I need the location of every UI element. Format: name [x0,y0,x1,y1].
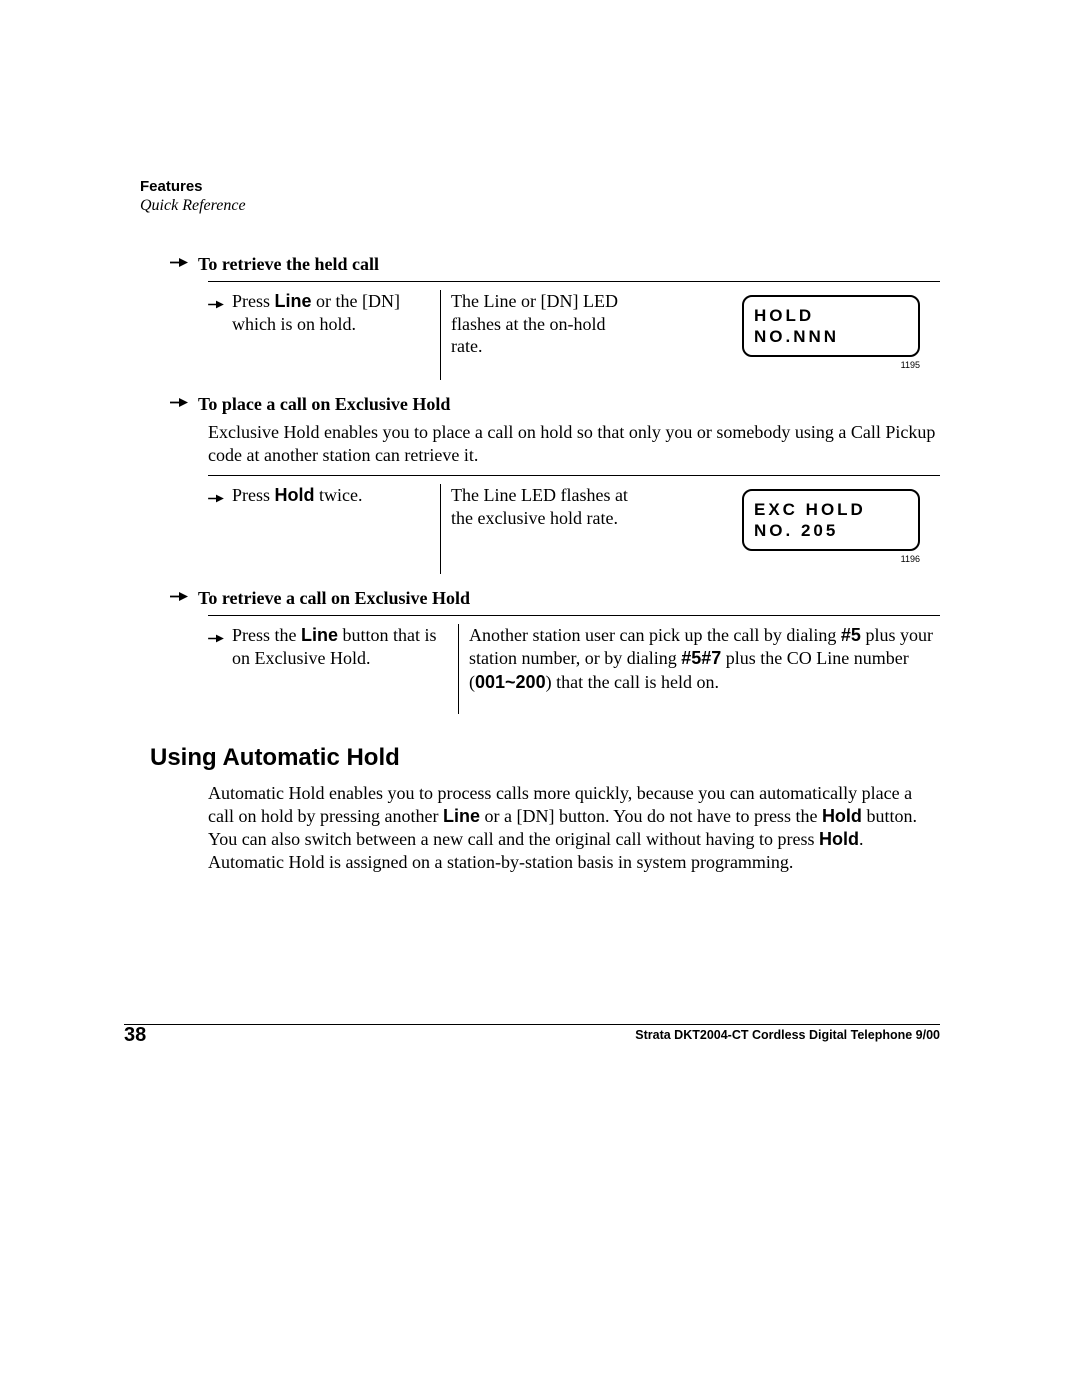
procedure-heading: To retrieve the held call [140,254,940,275]
footer-title: Strata DKT2004-CT Cordless Digital Telep… [635,1028,940,1042]
arrow-right-icon [170,256,188,274]
key-name: Hold [822,806,862,826]
divider [208,281,940,282]
step-action-text: Press the Line button that is on Exclusi… [232,624,446,714]
text: or a [DN] button. You do not have to pre… [480,806,822,826]
step-action: Press the Line button that is on Exclusi… [208,624,458,714]
header-section: Features [140,178,246,195]
range: 001~200 [475,672,546,692]
intro-paragraph: Exclusive Hold enables you to place a ca… [208,421,940,467]
text: Press [232,291,275,311]
key-name: Line [275,291,312,311]
section-heading: Using Automatic Hold [150,744,940,772]
divider [208,475,940,476]
page-content: To retrieve the held call Press Line or … [140,240,940,882]
page-header: Features Quick Reference [140,178,246,215]
text: Press [232,485,275,505]
text: ) that the call is held on. [546,672,719,692]
key-name: Line [301,625,338,645]
page-number: 38 [124,1024,146,1047]
step-row: Press Line or the [DN] which is on hold.… [208,290,940,380]
footer-divider [124,1024,940,1025]
arrow-right-icon [208,293,224,380]
step-action-text: Press Line or the [DN] which is on hold. [232,290,428,380]
arrow-right-icon [208,487,224,574]
heading-text: To place a call on Exclusive Hold [198,394,450,415]
lcd-display-container: HOLD NO.NNN 1195 [640,290,940,380]
figure-number: 1195 [901,360,920,370]
step-note: Another station user can pick up the cal… [458,624,940,714]
step-row: Press the Line button that is on Exclusi… [208,624,940,714]
procedure-heading: To retrieve a call on Exclusive Hold [140,588,940,609]
dial-code: #5 [841,625,861,645]
arrow-right-icon [170,590,188,608]
lcd-display-container: EXC HOLD NO. 205 1196 [640,484,940,574]
lcd-line1: EXC HOLD [754,499,908,520]
divider [208,615,940,616]
step-action: Press Line or the [DN] which is on hold. [208,290,440,380]
manual-page: Features Quick Reference To retrieve the… [0,0,1080,1397]
lcd-line2: NO.NNN [754,326,908,347]
header-subsection: Quick Reference [140,197,246,215]
step-row: Press Hold twice. The Line LED flashes a… [208,484,940,574]
lcd-line1: HOLD [754,305,908,326]
text: twice. [315,485,363,505]
key-name: Hold [275,485,315,505]
dial-code: #5#7 [681,648,721,668]
text: Press the [232,625,301,645]
step-action: Press Hold twice. [208,484,440,574]
key-name: Hold [819,829,859,849]
step-action-text: Press Hold twice. [232,484,363,574]
lcd-line2: NO. 205 [754,520,908,541]
step-result: The Line LED flashes at the exclusive ho… [440,484,640,574]
text: Another station user can pick up the cal… [469,625,841,645]
key-name: Line [443,806,480,826]
section-paragraph: Automatic Hold enables you to process ca… [208,782,940,874]
step-result: The Line or [DN] LED flashes at the on-h… [440,290,640,380]
procedure-heading: To place a call on Exclusive Hold [140,394,940,415]
heading-text: To retrieve a call on Exclusive Hold [198,588,470,609]
lcd-display: EXC HOLD NO. 205 [742,489,920,551]
heading-text: To retrieve the held call [198,254,379,275]
figure-number: 1196 [901,554,920,564]
arrow-right-icon [208,627,224,714]
lcd-display: HOLD NO.NNN [742,295,920,357]
arrow-right-icon [170,396,188,414]
